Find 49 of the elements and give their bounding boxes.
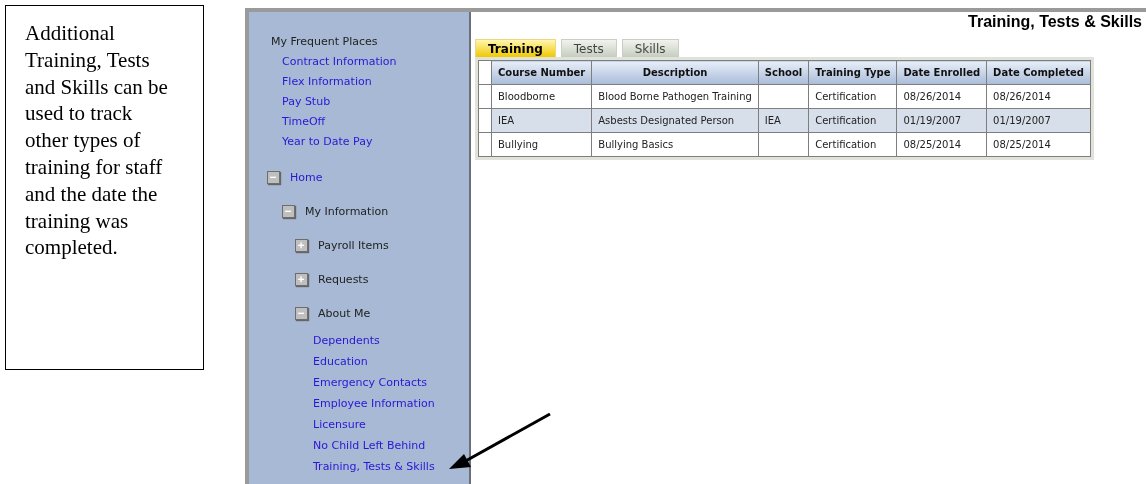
collapse-icon[interactable] [295, 306, 308, 320]
section-heading: My Frequent Places [271, 34, 379, 50]
sidebar-link[interactable]: Employee Information [313, 393, 435, 414]
sidebar-link[interactable]: Flex Information [282, 72, 372, 92]
sidebar-link[interactable]: No Child Left Behind [313, 435, 426, 456]
table-cell: 08/25/2014 [896, 132, 987, 157]
column-header: Description [591, 60, 759, 85]
expand-icon[interactable] [295, 238, 308, 252]
column-header: Date Enrolled [896, 60, 987, 85]
tree-item[interactable]: About Me [318, 306, 371, 320]
tree-item[interactable]: My Information [305, 204, 389, 218]
sidebar-link[interactable]: Dependents [313, 330, 380, 351]
table-cell: 08/25/2014 [986, 132, 1091, 157]
sidebar-link[interactable]: Training, Tests & Skills [313, 456, 435, 477]
table-cell: 01/19/2007 [896, 108, 987, 133]
column-header: Training Type [808, 60, 897, 85]
sidebar-link[interactable]: Pay Stub [282, 92, 331, 112]
collapse-icon[interactable] [267, 170, 280, 184]
column-header: Date Completed [986, 60, 1091, 85]
table-cell: 01/19/2007 [986, 108, 1091, 133]
sidebar-link[interactable]: Contract Information [282, 52, 397, 72]
column-header: Course Number [491, 60, 592, 85]
tree-item[interactable]: Requests [318, 272, 369, 286]
table-cell: Bullying Basics [591, 132, 759, 157]
expand-icon[interactable] [295, 272, 308, 286]
table-cell: 08/26/2014 [986, 84, 1091, 109]
callout-text: Additional Training, Tests and Skills can be used to track other types of training for staff and the date the training was completed. [5, 5, 204, 370]
table-cell: Bullying [491, 132, 592, 157]
sidebar-link[interactable]: Emergency Contacts [313, 372, 428, 393]
tree-item[interactable]: Payroll Items [318, 238, 389, 252]
column-header: School [758, 60, 809, 85]
tab[interactable]: Training [475, 39, 556, 57]
table-cell: IEA [491, 108, 592, 133]
table-cell: Certification [808, 84, 897, 109]
tab[interactable]: Skills [621, 39, 679, 57]
sidebar-link[interactable]: Year to Date Pay [282, 132, 373, 152]
table-cell: 08/26/2014 [896, 84, 987, 109]
table-cell: Certification [808, 108, 897, 133]
sidebar-link[interactable]: Licensure [313, 414, 366, 435]
table-cell: Certification [808, 132, 897, 157]
sidebar-link[interactable]: TimeOff [282, 112, 326, 132]
page-title: Training, Tests & Skills [968, 13, 1142, 31]
sidebar-link[interactable]: Education [313, 351, 368, 372]
collapse-icon[interactable] [282, 204, 295, 218]
table-cell: Blood Borne Pathogen Training [591, 84, 759, 109]
table-cell: Asbests Designated Person [591, 108, 759, 133]
tree-item[interactable]: Home [290, 170, 323, 184]
tab[interactable]: Tests [560, 39, 617, 57]
table-cell: Bloodborne [491, 84, 592, 109]
